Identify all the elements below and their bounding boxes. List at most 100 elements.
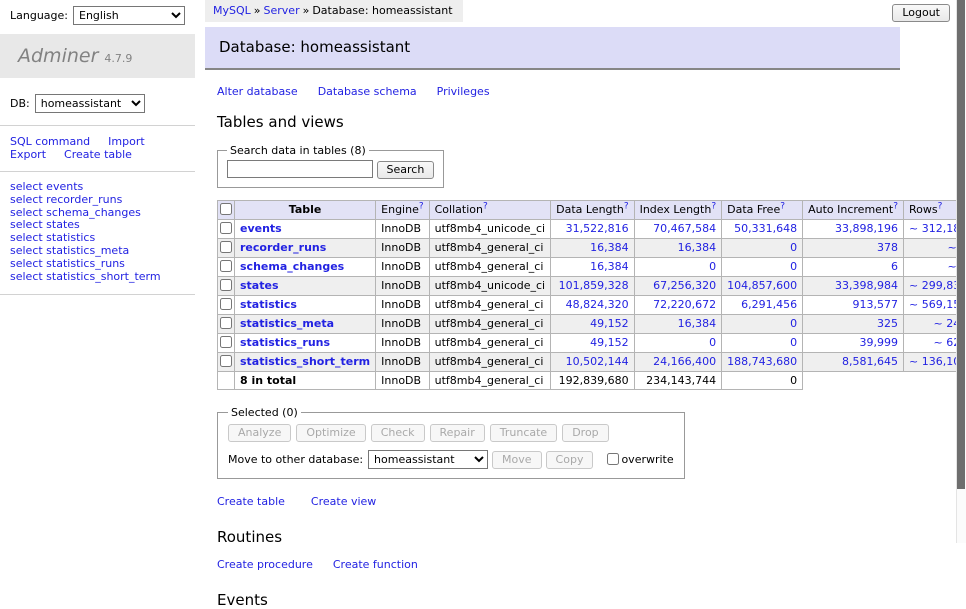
table-name-link[interactable]: statistics_runs (240, 336, 330, 349)
column-help-link[interactable]: ? (711, 201, 716, 211)
index-length-link[interactable]: 0 (709, 336, 716, 349)
row-checkbox[interactable] (220, 317, 232, 329)
select-all-checkbox[interactable] (220, 203, 232, 215)
data-free-link[interactable]: 50,331,648 (734, 222, 797, 235)
sidebar-select-link[interactable]: select recorder_runs (10, 194, 185, 207)
scrollbar-thumb[interactable] (957, 0, 965, 489)
truncate-button[interactable]: Truncate (490, 424, 557, 442)
search-button[interactable]: Search (377, 161, 435, 179)
column-help-link[interactable]: ? (893, 201, 898, 211)
index-length-link[interactable]: 72,220,672 (653, 298, 716, 311)
column-help-link[interactable]: ? (483, 201, 488, 211)
column-header-collation: Collation? (429, 200, 550, 219)
row-checkbox[interactable] (220, 279, 232, 291)
column-header-table: Table (235, 200, 376, 219)
create-table-link[interactable]: Create table (64, 148, 132, 161)
row-checkbox[interactable] (220, 298, 232, 310)
auto-increment-link[interactable]: 325 (877, 317, 898, 330)
overwrite-checkbox[interactable] (607, 453, 619, 465)
language-select[interactable]: English (73, 6, 185, 25)
index-length-link[interactable]: 70,467,584 (653, 222, 716, 235)
table-name-link[interactable]: states (240, 279, 279, 292)
db-select[interactable]: homeassistant (35, 94, 145, 113)
alter-database-link[interactable]: Alter database (217, 85, 298, 98)
breadcrumb-mysql-link[interactable]: MySQL (213, 4, 251, 17)
data-length-link[interactable]: 101,859,328 (559, 279, 629, 292)
row-checkbox[interactable] (220, 355, 232, 367)
auto-increment-link[interactable]: 33,398,984 (835, 279, 898, 292)
language-label: Language: (10, 9, 68, 22)
data-length-link[interactable]: 49,152 (590, 317, 629, 330)
data-free-link[interactable]: 0 (790, 317, 797, 330)
auto-increment-link[interactable]: 8,581,645 (842, 355, 898, 368)
sidebar-select-link[interactable]: select statistics_meta (10, 245, 185, 258)
data-free-link[interactable]: 104,857,600 (727, 279, 797, 292)
move-database-select[interactable]: homeassistant (368, 450, 488, 469)
data-length-link[interactable]: 10,502,144 (566, 355, 629, 368)
copy-button[interactable]: Copy (546, 451, 594, 469)
table-name-link[interactable]: statistics (240, 298, 297, 311)
table-name-link[interactable]: events (240, 222, 282, 235)
vertical-scrollbar[interactable] (956, 0, 966, 543)
index-length-link[interactable]: 67,256,320 (653, 279, 716, 292)
column-help-link[interactable]: ? (938, 201, 943, 211)
auto-increment-link[interactable]: 39,999 (860, 336, 899, 349)
data-free-link[interactable]: 0 (790, 260, 797, 273)
data-length-link[interactable]: 31,522,816 (566, 222, 629, 235)
drop-button[interactable]: Drop (562, 424, 608, 442)
move-button[interactable]: Move (492, 451, 542, 469)
data-length-link[interactable]: 16,384 (590, 260, 629, 273)
sidebar-select-link[interactable]: select statistics_runs (10, 258, 185, 271)
auto-increment-link[interactable]: 378 (877, 241, 898, 254)
row-checkbox[interactable] (220, 260, 232, 272)
data-free-link[interactable]: 188,743,680 (727, 355, 797, 368)
auto-increment-link[interactable]: 33,898,196 (835, 222, 898, 235)
index-length-link[interactable]: 16,384 (678, 241, 717, 254)
breadcrumb-server-link[interactable]: Server (264, 4, 300, 17)
logout-button[interactable]: Logout (892, 4, 950, 22)
index-length-link[interactable]: 24,166,400 (653, 355, 716, 368)
create-procedure-link[interactable]: Create procedure (217, 558, 313, 571)
check-button[interactable]: Check (371, 424, 425, 442)
table-name-link[interactable]: statistics_short_term (240, 355, 370, 368)
adminer-logo: Adminer (18, 45, 98, 67)
search-input[interactable] (227, 160, 373, 178)
engine-cell: InnoDB (376, 314, 429, 333)
data-free-link[interactable]: 0 (790, 241, 797, 254)
data-free-cell: 0 (722, 257, 803, 276)
table-name-link[interactable]: statistics_meta (240, 317, 334, 330)
sidebar-select-link[interactable]: select events (10, 181, 185, 194)
data-length-link[interactable]: 16,384 (590, 241, 629, 254)
export-link[interactable]: Export (10, 148, 46, 161)
breadcrumb-separator: » (254, 4, 261, 17)
table-name-link[interactable]: schema_changes (240, 260, 344, 273)
repair-button[interactable]: Repair (430, 424, 485, 442)
analyze-button[interactable]: Analyze (228, 424, 291, 442)
data-free-cell: 0 (722, 333, 803, 352)
import-link[interactable]: Import (108, 135, 145, 148)
data-free-link[interactable]: 0 (790, 336, 797, 349)
create-function-link[interactable]: Create function (333, 558, 418, 571)
optimize-button[interactable]: Optimize (296, 424, 365, 442)
column-help-link[interactable]: ? (624, 201, 629, 211)
row-checkbox[interactable] (220, 241, 232, 253)
auto-increment-link[interactable]: 913,577 (853, 298, 899, 311)
auto-increment-link[interactable]: 6 (891, 260, 898, 273)
sidebar-select-link[interactable]: select statistics_short_term (10, 271, 185, 284)
data-free-link[interactable]: 6,291,456 (741, 298, 797, 311)
index-length-link[interactable]: 16,384 (678, 317, 717, 330)
table-name-link[interactable]: recorder_runs (240, 241, 326, 254)
sql-command-link[interactable]: SQL command (10, 135, 90, 148)
create-table-bottom-link[interactable]: Create table (217, 495, 285, 508)
data-length-link[interactable]: 48,824,320 (566, 298, 629, 311)
column-help-link[interactable]: ? (780, 201, 785, 211)
privileges-link[interactable]: Privileges (437, 85, 490, 98)
index-length-cell: 72,220,672 (634, 295, 722, 314)
database-schema-link[interactable]: Database schema (318, 85, 417, 98)
data-length-link[interactable]: 49,152 (590, 336, 629, 349)
row-checkbox[interactable] (220, 336, 232, 348)
create-view-link[interactable]: Create view (311, 495, 376, 508)
column-help-link[interactable]: ? (419, 201, 424, 211)
row-checkbox[interactable] (220, 222, 232, 234)
index-length-link[interactable]: 0 (709, 260, 716, 273)
